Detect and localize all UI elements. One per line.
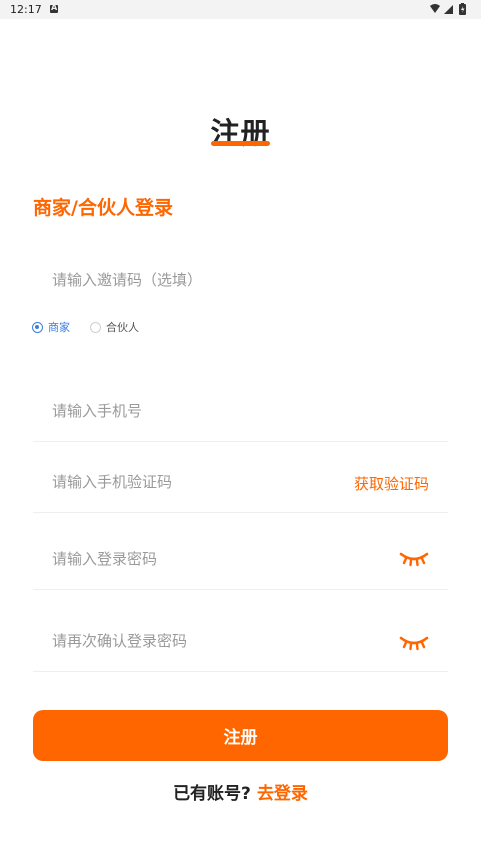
- role-radio-merchant[interactable]: 商家: [32, 318, 70, 336]
- invite-code-input[interactable]: [33, 258, 448, 302]
- login-prompt: 已有账号?: [173, 784, 251, 804]
- signal-icon: [444, 5, 453, 14]
- status-bar: 12:17: [0, 0, 481, 19]
- battery-icon: [459, 3, 466, 15]
- confirm-password-field: [33, 612, 448, 672]
- confirm-password-input[interactable]: [33, 612, 333, 670]
- password-input[interactable]: [33, 530, 333, 588]
- status-time: 12:17: [10, 3, 42, 16]
- status-icons: [429, 3, 471, 16]
- sms-code-field: 获取验证码: [33, 453, 448, 513]
- get-code-button[interactable]: 获取验证码: [354, 473, 429, 494]
- register-button[interactable]: 注册: [33, 710, 448, 761]
- eye-closed-icon[interactable]: [399, 548, 429, 568]
- section-heading: 商家/合伙人登录: [33, 197, 173, 219]
- title-underline: [211, 141, 270, 146]
- sms-code-input[interactable]: [33, 453, 333, 511]
- role-radio-partner[interactable]: 合伙人: [90, 318, 139, 336]
- radio-unselected-icon: [90, 321, 101, 333]
- password-field: [33, 530, 448, 590]
- login-row: 已有账号? 去登录: [0, 779, 481, 804]
- role-label-partner: 合伙人: [106, 321, 139, 334]
- role-label-merchant: 商家: [48, 321, 70, 334]
- notification-icon: [50, 3, 58, 13]
- wifi-icon: [430, 4, 440, 13]
- phone-field: [33, 382, 448, 442]
- login-link[interactable]: 去登录: [257, 784, 308, 804]
- phone-input[interactable]: [33, 382, 333, 440]
- eye-closed-icon[interactable]: [399, 632, 429, 652]
- radio-selected-icon: [32, 321, 43, 333]
